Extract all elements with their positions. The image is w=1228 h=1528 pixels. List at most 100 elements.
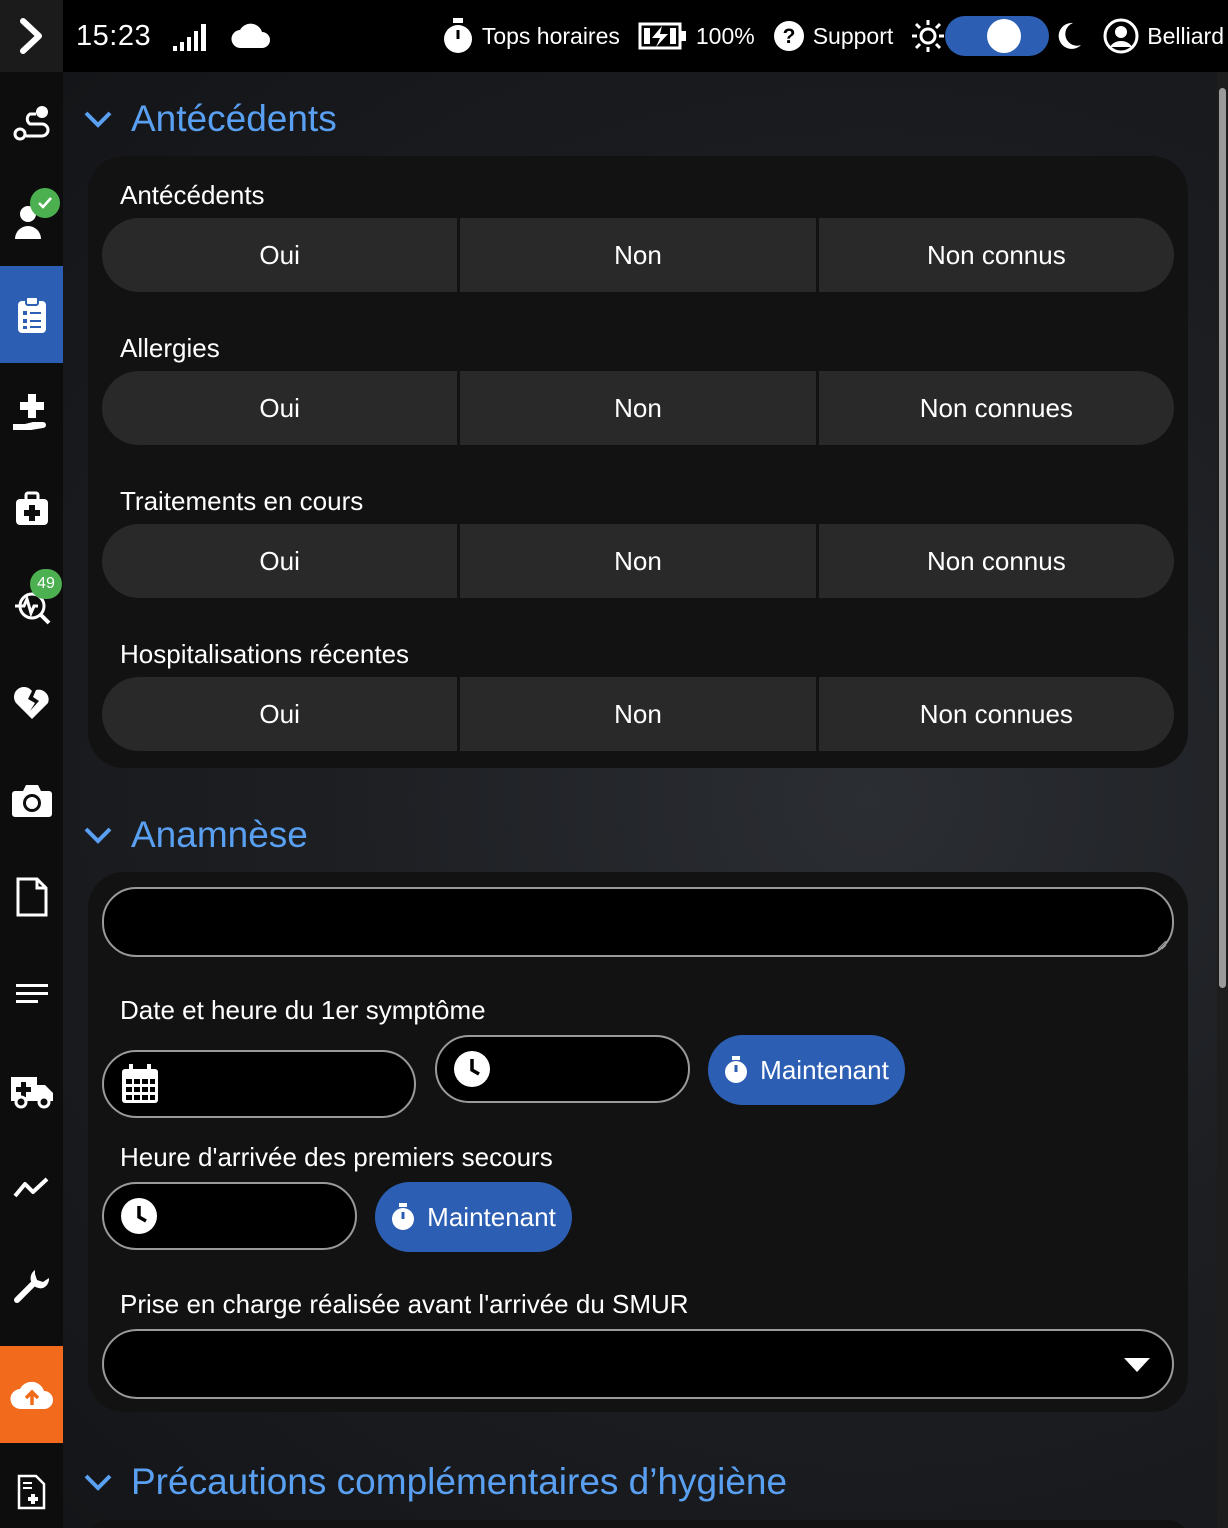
status-bar: 15:23 Tops horaires 100% ? Support Belli…: [0, 0, 1228, 72]
clipboard-list-icon: [17, 295, 46, 333]
sidebar-item-ambulance[interactable]: [0, 1042, 63, 1139]
option-oui[interactable]: Oui: [102, 524, 458, 598]
svg-text:?: ?: [782, 25, 795, 48]
chevron-down-icon: [84, 827, 112, 844]
ambulance-icon: [10, 1076, 53, 1108]
section-header-anamnese[interactable]: Anamnèse: [83, 814, 308, 856]
field-label-antecedents: Antécédents: [120, 180, 265, 210]
traitements-choice: Oui Non Non connus: [102, 524, 1174, 598]
medical-kit-icon: [15, 491, 48, 525]
first-aid-now-button[interactable]: Maintenant: [375, 1182, 572, 1252]
sidebar: 49: [0, 72, 63, 1528]
document-icon: [16, 877, 47, 916]
battery-charging-icon: [638, 22, 686, 50]
option-non[interactable]: Non: [457, 524, 816, 598]
monitoring-count-badge: 49: [30, 569, 62, 599]
sidebar-item-upload[interactable]: [0, 1346, 63, 1443]
signal-icon: [173, 24, 207, 51]
now-label: Maintenant: [760, 1054, 889, 1085]
user-icon: [1103, 18, 1139, 54]
anamnese-card: Date et heure du 1er symptôme Maintenant…: [88, 872, 1188, 1412]
chevron-down-icon: [84, 1474, 112, 1491]
sun-icon: [912, 20, 945, 52]
first-aid-time-input[interactable]: [102, 1182, 357, 1250]
sidebar-item-clipboard[interactable]: [0, 266, 63, 363]
field-label-traitements: Traitements en cours: [120, 486, 364, 516]
stopwatch-icon: [392, 1203, 415, 1230]
check-icon: [38, 197, 52, 209]
sidebar-item-tools[interactable]: [0, 1236, 63, 1333]
cloud-icon: [231, 23, 271, 49]
main-content: Antécédents Antécédents Oui Non Non conn…: [63, 72, 1217, 1528]
text-lines-icon: [15, 983, 48, 1003]
hospitalisations-choice: Oui Non Non connues: [102, 677, 1174, 751]
stopwatch-icon: [443, 18, 472, 53]
option-oui[interactable]: Oui: [102, 677, 458, 751]
chevron-right-icon: [19, 18, 42, 54]
sidebar-item-monitoring[interactable]: 49: [0, 557, 63, 654]
stopwatch-icon: [725, 1056, 748, 1083]
tops-horaires-button[interactable]: Tops horaires: [442, 18, 620, 54]
scrollbar-thumb[interactable]: [1219, 88, 1226, 988]
field-label-first-symptom: Date et heure du 1er symptôme: [120, 995, 486, 1025]
option-non[interactable]: Non: [457, 371, 816, 445]
support-label: Support: [812, 22, 894, 49]
hygiene-card: [88, 1520, 1188, 1528]
chevron-down-icon: [84, 111, 112, 128]
cloud-upload-icon: [9, 1381, 53, 1409]
battery-level: 100%: [695, 22, 755, 49]
user-menu[interactable]: Belliard: [1103, 18, 1224, 54]
sidebar-item-heart[interactable]: [0, 654, 63, 751]
section-title: Précautions complémentaires d’hygiène: [131, 1461, 788, 1502]
field-label-first-aid: Heure d'arrivée des premiers secours: [120, 1142, 553, 1172]
prise-en-charge-select[interactable]: [102, 1329, 1174, 1399]
heart-broken-icon: [13, 686, 49, 719]
sidebar-item-camera[interactable]: [0, 751, 63, 848]
resize-grip-icon[interactable]: [1157, 940, 1167, 950]
option-non-connus[interactable]: Non connus: [815, 218, 1174, 292]
sidebar-item-notes[interactable]: [0, 945, 63, 1042]
user-name: Belliard: [1147, 22, 1224, 49]
clock-icon: [454, 1051, 490, 1087]
now-label: Maintenant: [427, 1201, 556, 1232]
sidebar-item-route[interactable]: [0, 75, 63, 172]
support-button[interactable]: ? Support: [773, 20, 894, 52]
caret-down-icon: [1124, 1358, 1150, 1372]
dark-mode-toggle[interactable]: [945, 16, 1050, 56]
antecedents-card: Antécédents Oui Non Non connus Allergies…: [88, 156, 1188, 768]
sidebar-item-trends[interactable]: [0, 1139, 63, 1236]
first-symptom-date-input[interactable]: [102, 1050, 416, 1118]
sidebar-item-patient[interactable]: [0, 172, 63, 269]
check-badge: [30, 188, 60, 218]
first-symptom-time-input[interactable]: [435, 1035, 690, 1103]
option-oui[interactable]: Oui: [102, 371, 458, 445]
battery-status: 100%: [638, 21, 755, 51]
sidebar-item-care[interactable]: [0, 363, 63, 460]
option-non-connus[interactable]: Non connus: [815, 524, 1174, 598]
moon-icon: [1058, 22, 1082, 49]
field-label-allergies: Allergies: [120, 333, 220, 363]
antecedents-choice: Oui Non Non connus: [102, 218, 1174, 292]
tops-horaires-label: Tops horaires: [481, 22, 620, 49]
first-symptom-now-button[interactable]: Maintenant: [708, 1035, 905, 1105]
section-header-antecedents[interactable]: Antécédents: [83, 98, 337, 140]
clock-icon: [121, 1198, 157, 1234]
option-non[interactable]: Non: [457, 677, 816, 751]
calendar-icon: [122, 1064, 158, 1103]
section-title: Anamnèse: [131, 814, 308, 855]
option-non-connues[interactable]: Non connues: [815, 677, 1174, 751]
option-oui[interactable]: Oui: [102, 218, 458, 292]
allergies-choice: Oui Non Non connues: [102, 371, 1174, 445]
sidebar-item-document[interactable]: [0, 848, 63, 945]
hand-medical-icon: [12, 393, 46, 430]
sidebar-item-medical-file[interactable]: [0, 1443, 63, 1528]
wrench-icon: [13, 1269, 49, 1303]
anamnese-textarea[interactable]: [102, 887, 1174, 957]
section-header-hygiene[interactable]: Précautions complémentaires d’hygiène: [83, 1461, 787, 1503]
chart-line-icon: [12, 1177, 48, 1197]
option-non-connues[interactable]: Non connues: [815, 371, 1174, 445]
option-non[interactable]: Non: [457, 218, 816, 292]
clock: 15:23: [76, 19, 152, 52]
sidebar-item-medical-kit[interactable]: [0, 460, 63, 557]
expand-menu-button[interactable]: [0, 0, 63, 72]
